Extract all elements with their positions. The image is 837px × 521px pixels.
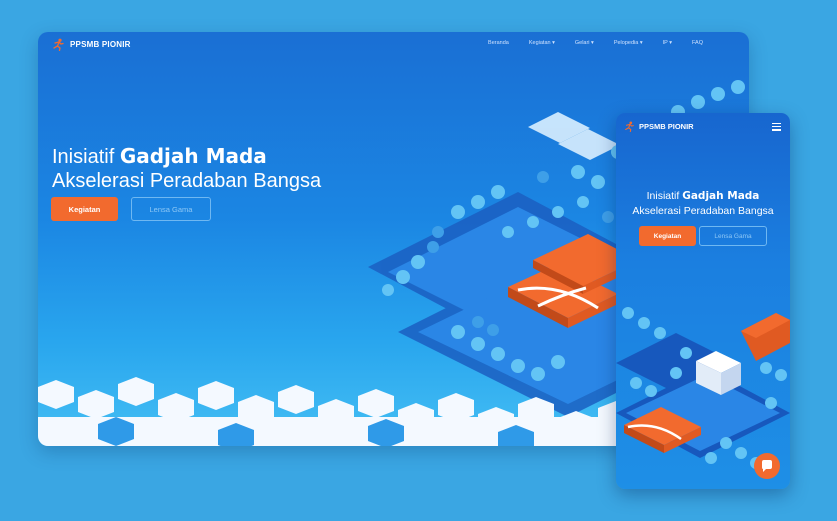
runner-logo-icon bbox=[53, 38, 64, 51]
mobile-isometric-illustration bbox=[616, 307, 790, 469]
mobile-brand-logo[interactable]: PPSMB PIONIR bbox=[624, 121, 694, 132]
hero-title: Inisiatif Gadjah Mada Akselerasi Peradab… bbox=[52, 144, 321, 193]
brand-logo[interactable]: PPSMB PIONIR bbox=[52, 38, 131, 51]
hero-title-line2: Akselerasi Peradaban Bangsa bbox=[52, 170, 322, 192]
mobile-hero-title: Inisiatif Gadjah Mada Akselerasi Peradab… bbox=[616, 189, 790, 219]
mobile-brand-name: PPSMB PIONIR bbox=[639, 122, 694, 131]
mobile-lensa-gama-button[interactable]: Lensa Gama bbox=[699, 226, 767, 246]
lensa-gama-button[interactable]: Lensa Gama bbox=[131, 197, 211, 221]
hero-title-prefix: Inisiatif bbox=[52, 146, 115, 168]
mobile-hero-title-prefix: Inisiatif bbox=[646, 190, 680, 202]
nav-item-faq[interactable]: FAQ bbox=[692, 40, 703, 46]
desktop-navbar: PPSMB PIONIR Beranda Kegiatan ▾ Gelari ▾… bbox=[38, 32, 749, 58]
mobile-kegiatan-button[interactable]: Kegiatan bbox=[639, 226, 696, 246]
nav-item-gelari[interactable]: Gelari ▾ bbox=[575, 40, 594, 46]
kegiatan-button[interactable]: Kegiatan bbox=[51, 197, 118, 221]
nav-item-kegiatan[interactable]: Kegiatan ▾ bbox=[529, 40, 555, 46]
runner-logo-icon bbox=[625, 121, 634, 132]
chat-button[interactable] bbox=[754, 453, 780, 479]
chat-bubble-icon bbox=[762, 460, 772, 472]
mobile-hero-title-highlight: Gadjah Mada bbox=[682, 190, 760, 202]
nav-item-pelopedia[interactable]: Pelopedia ▾ bbox=[614, 40, 643, 46]
mobile-mockup: PPSMB PIONIR Inisiatif Gadjah Mada Aksel… bbox=[616, 113, 790, 489]
desktop-nav-menu: Beranda Kegiatan ▾ Gelari ▾ Pelopedia ▾ … bbox=[488, 40, 703, 46]
nav-item-beranda[interactable]: Beranda bbox=[488, 40, 509, 46]
hamburger-menu-icon[interactable] bbox=[772, 123, 781, 133]
mobile-hero-title-line2: Akselerasi Peradaban Bangsa bbox=[632, 205, 774, 217]
brand-name: PPSMB PIONIR bbox=[70, 40, 131, 49]
nav-item-ip[interactable]: IP ▾ bbox=[663, 40, 672, 46]
hero-title-highlight: Gadjah Mada bbox=[119, 144, 267, 168]
